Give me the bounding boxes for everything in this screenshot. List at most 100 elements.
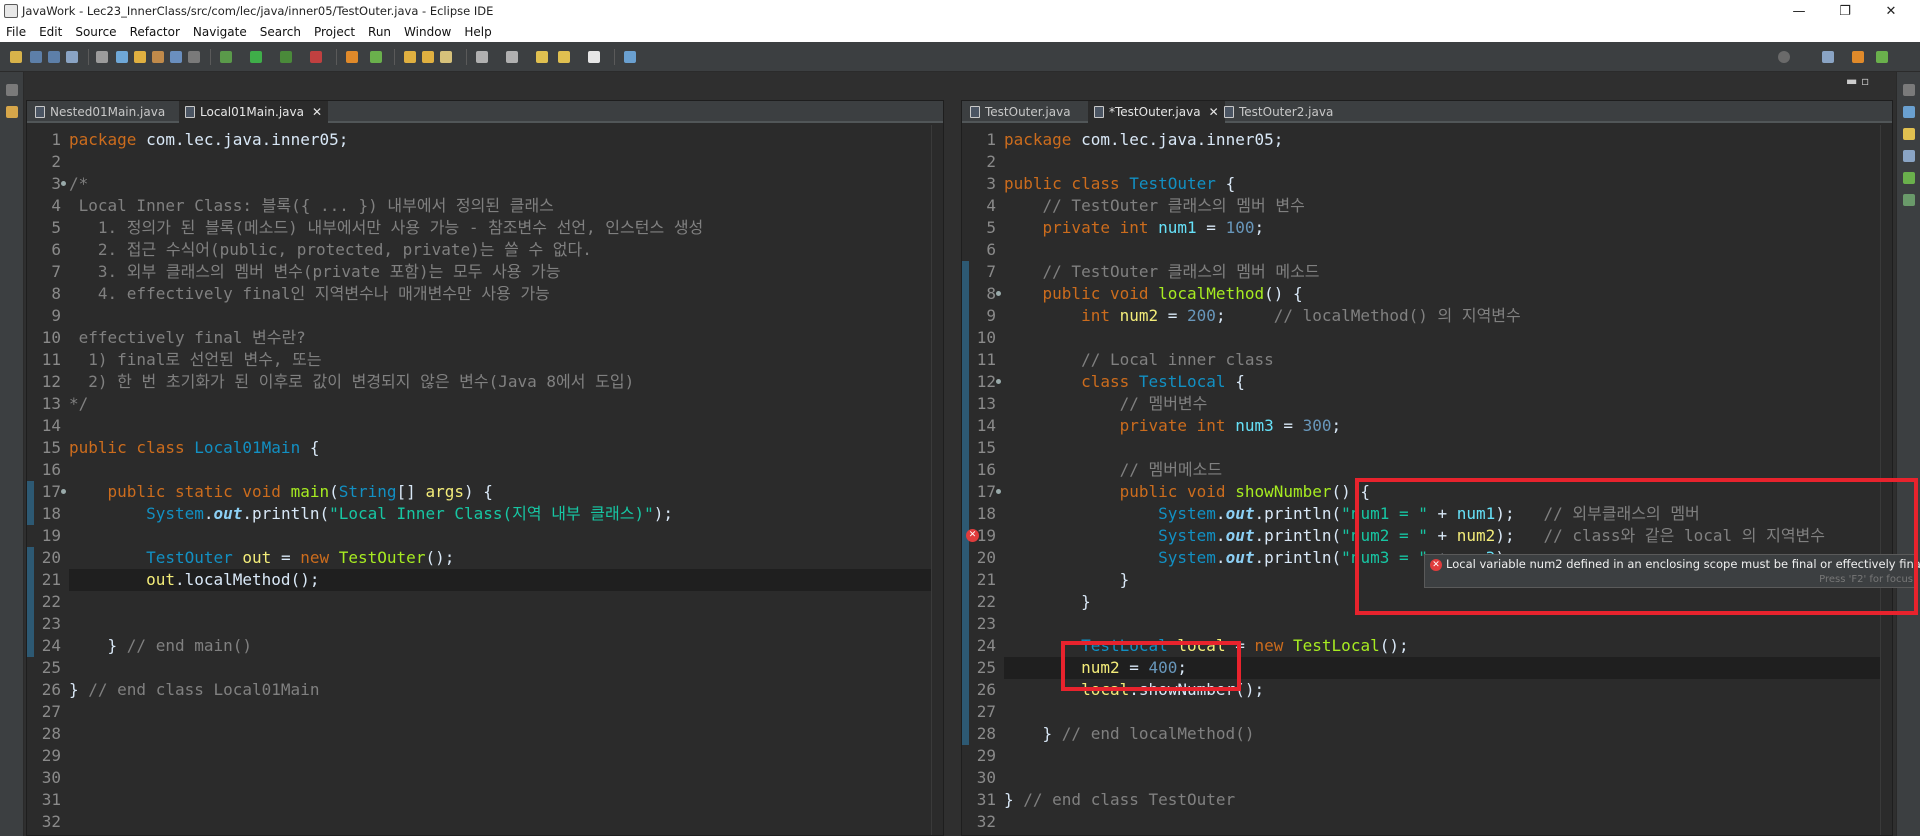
forward-icon[interactable] bbox=[588, 51, 600, 63]
code-line[interactable] bbox=[69, 811, 931, 833]
pin-editor-icon[interactable] bbox=[624, 51, 636, 63]
fold-toggle-icon[interactable] bbox=[996, 379, 1001, 384]
code-line[interactable] bbox=[1004, 437, 1880, 459]
open-resource-icon[interactable] bbox=[422, 51, 434, 63]
vertical-scrollbar[interactable] bbox=[931, 125, 943, 835]
console-icon[interactable] bbox=[1903, 172, 1915, 184]
menu-refactor[interactable]: Refactor bbox=[130, 25, 180, 39]
code-line[interactable]: package com.lec.java.inner05; bbox=[1004, 129, 1880, 151]
left-code-editor[interactable]: 1 package com.lec.java.inner05; 2 3/* 4 Loca… bbox=[27, 125, 943, 835]
code-line[interactable] bbox=[1004, 327, 1880, 349]
code-line[interactable]: effectively final 변수란? bbox=[69, 327, 931, 349]
save-icon[interactable] bbox=[30, 51, 42, 63]
new-java-project-icon[interactable] bbox=[346, 51, 358, 63]
next-annotation-icon[interactable] bbox=[476, 51, 488, 63]
code-line[interactable]: System.out.println("Local Inner Class(지역… bbox=[69, 503, 931, 525]
menu-search[interactable]: Search bbox=[260, 25, 301, 39]
menu-run[interactable]: Run bbox=[368, 25, 391, 39]
tab-nested01main[interactable]: Nested01Main.java bbox=[29, 101, 171, 123]
menu-project[interactable]: Project bbox=[314, 25, 355, 39]
fold-toggle-icon[interactable] bbox=[61, 489, 66, 494]
debug-icon[interactable] bbox=[220, 51, 232, 63]
code-line[interactable] bbox=[1004, 811, 1880, 833]
code-line[interactable]: /* bbox=[69, 173, 931, 195]
fold-toggle-icon[interactable] bbox=[61, 181, 66, 186]
code-line[interactable]: TestOuter out = new TestOuter(); bbox=[69, 547, 931, 569]
restore-icon[interactable] bbox=[1903, 84, 1915, 96]
code-line[interactable]: public void localMethod() { bbox=[1004, 283, 1880, 305]
quick-access-search-icon[interactable] bbox=[1778, 51, 1790, 63]
menu-file[interactable]: File bbox=[6, 25, 26, 39]
java-perspective-icon[interactable] bbox=[1852, 51, 1864, 63]
code-line[interactable] bbox=[69, 151, 931, 173]
external-tools-icon[interactable] bbox=[310, 51, 322, 63]
brush-icon[interactable] bbox=[440, 51, 452, 63]
code-line[interactable]: 1. 정의가 된 블록(메소드) 내부에서만 사용 가능 - 참조변수 선언, … bbox=[69, 217, 931, 239]
run-icon[interactable] bbox=[250, 51, 262, 63]
open-type-icon[interactable] bbox=[152, 51, 164, 63]
code-line[interactable]: public class TestOuter { bbox=[1004, 173, 1880, 195]
edit-icon[interactable] bbox=[134, 51, 146, 63]
code-line[interactable] bbox=[1004, 745, 1880, 767]
code-line[interactable] bbox=[69, 613, 931, 635]
maximize-button[interactable]: ❐ bbox=[1822, 0, 1868, 22]
open-folder-icon[interactable] bbox=[404, 51, 416, 63]
menu-help[interactable]: Help bbox=[464, 25, 491, 39]
code-line[interactable]: private int num1 = 100; bbox=[1004, 217, 1880, 239]
error-marker-icon[interactable]: ✕ bbox=[966, 529, 979, 542]
code-line[interactable]: 1) final로 선언된 변수, 또는 bbox=[69, 349, 931, 371]
code-line[interactable] bbox=[69, 591, 931, 613]
skip-breakpoints-icon[interactable] bbox=[96, 51, 108, 63]
code-line[interactable]: 2) 한 번 초기화가 된 이후로 값이 변경되지 않은 변수(Java 8에서… bbox=[69, 371, 931, 393]
task-list-icon[interactable] bbox=[1903, 128, 1915, 140]
code-line[interactable] bbox=[69, 789, 931, 811]
show-whitespace-icon[interactable] bbox=[188, 51, 200, 63]
code-line[interactable]: // 멤버변수 bbox=[1004, 393, 1880, 415]
code-line[interactable]: class TestLocal { bbox=[1004, 371, 1880, 393]
code-line[interactable] bbox=[69, 745, 931, 767]
menu-window[interactable]: Window bbox=[404, 25, 451, 39]
debug-perspective-icon[interactable] bbox=[1876, 51, 1888, 63]
code-line[interactable] bbox=[1004, 767, 1880, 789]
code-line[interactable]: // TestOuter 클래스의 멤버 메소드 bbox=[1004, 261, 1880, 283]
prev-annotation-icon[interactable] bbox=[506, 51, 518, 63]
code-line[interactable]: public class Local01Main { bbox=[69, 437, 931, 459]
code-line[interactable] bbox=[1004, 701, 1880, 723]
open-perspective-icon[interactable] bbox=[1822, 51, 1834, 63]
package-explorer-icon[interactable] bbox=[6, 106, 18, 118]
problems-icon[interactable] bbox=[1903, 150, 1915, 162]
outline-icon[interactable] bbox=[1903, 106, 1915, 118]
code-line[interactable] bbox=[69, 723, 931, 745]
code-line[interactable]: */ bbox=[69, 393, 931, 415]
code-line[interactable]: 2. 접근 수식어(public, protected, private)는 쓸… bbox=[69, 239, 931, 261]
code-line[interactable] bbox=[69, 657, 931, 679]
code-line[interactable] bbox=[1004, 613, 1880, 635]
tab-local01main[interactable]: Local01Main.java ✕ bbox=[179, 101, 329, 123]
close-window-button[interactable]: ✕ bbox=[1868, 0, 1914, 22]
code-line[interactable]: package com.lec.java.inner05; bbox=[69, 129, 931, 151]
open-task-icon[interactable] bbox=[170, 51, 182, 63]
menu-source[interactable]: Source bbox=[75, 25, 116, 39]
code-line[interactable] bbox=[69, 701, 931, 723]
coverage-icon[interactable] bbox=[280, 51, 292, 63]
new-class-icon[interactable] bbox=[370, 51, 382, 63]
tab-testouter2[interactable]: TestOuter2.java bbox=[1218, 101, 1339, 123]
search-icon[interactable] bbox=[116, 51, 128, 63]
fold-toggle-icon[interactable] bbox=[996, 489, 1001, 494]
editor-minmax-controls[interactable]: ▬ ▫ bbox=[1846, 74, 1869, 88]
code-line[interactable]: 3. 외부 클래스의 멤버 변수(private 포함)는 모두 사용 가능 bbox=[69, 261, 931, 283]
menu-navigate[interactable]: Navigate bbox=[193, 25, 247, 39]
code-line[interactable]: } // end main() bbox=[69, 635, 931, 657]
code-line[interactable]: out.localMethod(); bbox=[69, 569, 931, 591]
code-line[interactable]: public static void main(String[] args) { bbox=[69, 481, 931, 503]
code-line[interactable] bbox=[69, 415, 931, 437]
code-line[interactable]: private int num3 = 300; bbox=[1004, 415, 1880, 437]
code-line[interactable]: 4. effectively final인 지역변수나 매개변수만 사용 가능 bbox=[69, 283, 931, 305]
save-all-icon[interactable] bbox=[48, 51, 60, 63]
code-line[interactable]: // Local inner class bbox=[1004, 349, 1880, 371]
tab-testouter[interactable]: TestOuter.java bbox=[964, 101, 1077, 123]
code-line[interactable] bbox=[69, 525, 931, 547]
code-line[interactable]: } // end class Local01Main bbox=[69, 679, 931, 701]
tab-testouter-modified[interactable]: *TestOuter.java ✕ bbox=[1088, 101, 1225, 123]
code-line[interactable]: int num2 = 200; // localMethod() 의 지역변수 bbox=[1004, 305, 1880, 327]
